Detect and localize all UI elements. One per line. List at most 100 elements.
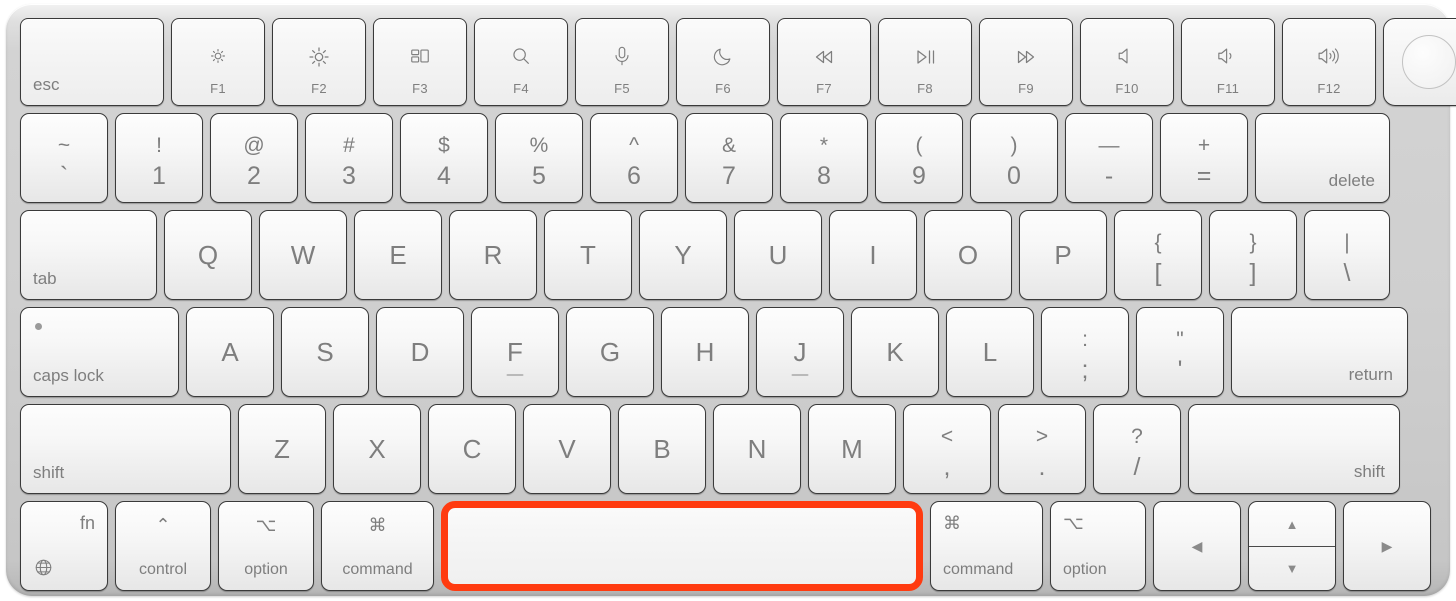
key-period[interactable]: >. (998, 404, 1086, 494)
key-tab[interactable]: tab (20, 210, 157, 300)
key-1[interactable]: ! 1 (115, 113, 203, 203)
dictation-mic-icon (576, 45, 668, 67)
arrow-up-key[interactable]: ▲ (1249, 502, 1335, 546)
key-9[interactable]: (9 (875, 113, 963, 203)
key-j[interactable]: J (756, 307, 844, 397)
key-f10[interactable]: F10 (1080, 18, 1174, 106)
key-f6[interactable]: F6 (676, 18, 770, 106)
key-shift-left[interactable]: shift (20, 404, 231, 494)
key-f2[interactable]: F2 (272, 18, 366, 106)
key-f7[interactable]: F7 (777, 18, 871, 106)
arrow-down-key[interactable]: ▼ (1249, 546, 1335, 590)
key-f12[interactable]: F12 (1282, 18, 1376, 106)
key-caps-lock-label: caps lock (33, 366, 104, 385)
key-n[interactable]: N (713, 404, 801, 494)
key-g[interactable]: G (566, 307, 654, 397)
key-d[interactable]: D (376, 307, 464, 397)
key-b[interactable]: B (618, 404, 706, 494)
key-h[interactable]: H (661, 307, 749, 397)
key-4[interactable]: $4 (400, 113, 488, 203)
key-option-right-glyph: ⌥ (1063, 513, 1084, 533)
key-6-upper-label: ^ (629, 134, 639, 157)
key-f9[interactable]: F9 (979, 18, 1073, 106)
key-c[interactable]: C (428, 404, 516, 494)
key-r[interactable]: R (449, 210, 537, 300)
key-u-label: U (768, 240, 788, 270)
key-esc[interactable]: esc (20, 18, 164, 106)
key-g-label: G (599, 337, 621, 367)
key-grave[interactable]: ~ ` (20, 113, 108, 203)
key-return[interactable]: return (1231, 307, 1408, 397)
key-m[interactable]: M (808, 404, 896, 494)
key-l[interactable]: L (946, 307, 1034, 397)
key-backslash[interactable]: | \ (1304, 210, 1390, 300)
key-2[interactable]: @2 (210, 113, 298, 203)
key-6[interactable]: ^ 6 (590, 113, 678, 203)
key-command-left[interactable]: ⌘ command (321, 501, 434, 591)
key-shift-right[interactable]: shift (1188, 404, 1400, 494)
key-caps-lock[interactable]: caps lock (20, 307, 179, 397)
key-1-lower-label: 1 (152, 162, 166, 190)
key-bracket-right[interactable]: }] (1209, 210, 1297, 300)
key-q[interactable]: Q (164, 210, 252, 300)
touch-id-button[interactable] (1383, 18, 1456, 106)
key-f3[interactable]: F3 (373, 18, 467, 106)
key-fn[interactable]: fn (20, 501, 108, 591)
key-z[interactable]: Z (238, 404, 326, 494)
key-equal[interactable]: + = (1160, 113, 1248, 203)
fast-forward-icon (980, 45, 1072, 69)
key-option-right[interactable]: ⌥ option (1050, 501, 1146, 591)
key-w[interactable]: W (259, 210, 347, 300)
key-0[interactable]: ) 0 (970, 113, 1058, 203)
key-8[interactable]: * 8 (780, 113, 868, 203)
function-key-row: esc F1 F2 F3 F4 F5 F6 F7 F8 F9 F10 F11 F12 (20, 18, 1456, 106)
arrow-up-down-keys[interactable]: ▲ ▼ (1248, 501, 1336, 591)
key-f8[interactable]: F8 (878, 18, 972, 106)
key-arrow-left[interactable]: ◀ (1153, 501, 1241, 591)
key-f5[interactable]: F5 (575, 18, 669, 106)
key-delete[interactable]: delete (1255, 113, 1390, 203)
homing-bar-indicator (506, 374, 524, 376)
key-u[interactable]: U (734, 210, 822, 300)
key-f4[interactable]: F4 (474, 18, 568, 106)
key-s[interactable]: S (281, 307, 369, 397)
key-semicolon[interactable]: :; (1041, 307, 1129, 397)
shift-key-row: shift Z X C V B N M <, >.? / shift (20, 404, 1436, 494)
key-3[interactable]: #3 (305, 113, 393, 203)
key-3-lower-label: 3 (342, 162, 356, 190)
key-t[interactable]: T (544, 210, 632, 300)
key-e[interactable]: E (354, 210, 442, 300)
key-arrow-right[interactable]: ▶ (1343, 501, 1431, 591)
key-k[interactable]: K (851, 307, 939, 397)
key-v[interactable]: V (523, 404, 611, 494)
key-7[interactable]: & 7 (685, 113, 773, 203)
key-command-right[interactable]: ⌘ command (930, 501, 1043, 591)
key-semicolon-upper-label: : (1082, 328, 1088, 351)
key-f11[interactable]: F11 (1181, 18, 1275, 106)
key-option-left[interactable]: ⌥ option (218, 501, 314, 591)
key-y[interactable]: Y (639, 210, 727, 300)
key-o[interactable]: O (924, 210, 1012, 300)
key-backslash-lower-label: \ (1343, 259, 1351, 287)
key-comma-lower-label: , (943, 453, 951, 481)
key-quote[interactable]: " ' (1136, 307, 1224, 397)
mission-control-icon (374, 45, 466, 67)
key-bracket-left[interactable]: {[ (1114, 210, 1202, 300)
key-5[interactable]: % 5 (495, 113, 583, 203)
key-a[interactable]: A (186, 307, 274, 397)
key-space[interactable] (441, 501, 923, 591)
key-x[interactable]: X (333, 404, 421, 494)
key-control-left[interactable]: ⌃ control (115, 501, 211, 591)
key-i[interactable]: I (829, 210, 917, 300)
key-f[interactable]: F (471, 307, 559, 397)
key-a-label: A (221, 337, 239, 367)
keyboard-rows: esc F1 F2 F3 F4 F5 F6 F7 F8 F9 F10 F11 F12 ~ `! 1 @2 #3 $… (6, 4, 1456, 596)
key-z-label: Z (274, 434, 290, 464)
key-p[interactable]: P (1019, 210, 1107, 300)
key-control-left-label: control (138, 561, 188, 578)
screenshot-stage: esc F1 F2 F3 F4 F5 F6 F7 F8 F9 F10 F11 F12 ~ `! 1 @2 #3 $… (0, 0, 1456, 601)
key-minus[interactable]: — - (1065, 113, 1153, 203)
key-f1[interactable]: F1 (171, 18, 265, 106)
key-slash[interactable]: ? / (1093, 404, 1181, 494)
key-comma[interactable]: <, (903, 404, 991, 494)
